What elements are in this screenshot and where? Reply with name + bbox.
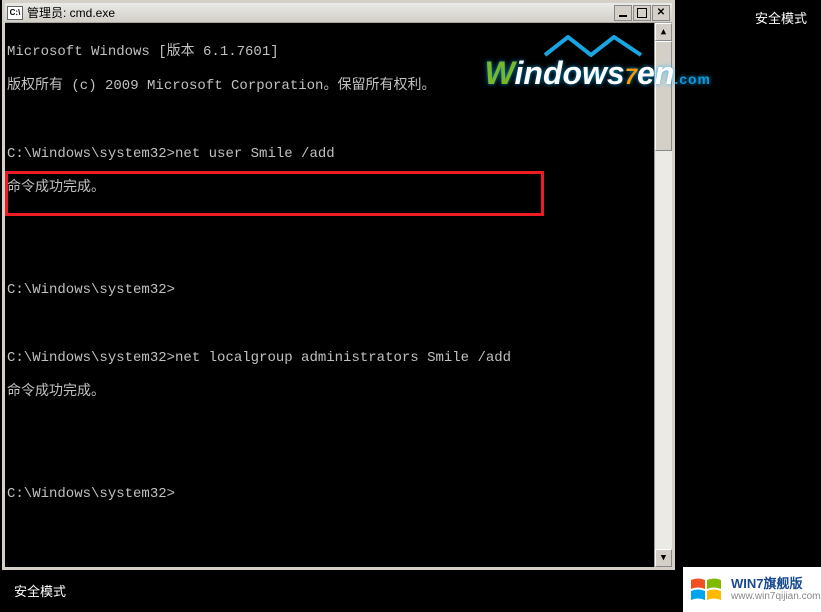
scroll-down-button[interactable]: ▼ bbox=[655, 549, 672, 567]
cmd-icon: C:\ bbox=[7, 6, 23, 20]
terminal-line: Microsoft Windows [版本 6.1.7601] bbox=[7, 44, 652, 61]
terminal: Microsoft Windows [版本 6.1.7601] 版权所有 (c)… bbox=[5, 23, 672, 567]
scrollbar[interactable]: ▲ ▼ bbox=[654, 23, 672, 567]
terminal-line: C:\Windows\system32>net user Smile /add bbox=[7, 146, 652, 163]
terminal-line bbox=[7, 316, 652, 333]
window-controls: ✕ bbox=[614, 5, 670, 21]
terminal-line bbox=[7, 214, 652, 231]
footer-url: www.win7qijian.com bbox=[731, 591, 820, 602]
safe-mode-label-bottom: 安全模式 bbox=[14, 581, 66, 600]
titlebar[interactable]: C:\ 管理员: cmd.exe ✕ bbox=[5, 3, 672, 23]
minimize-button[interactable] bbox=[614, 5, 632, 21]
footer-logo: WIN7旗舰版 www.win7qijian.com bbox=[683, 567, 821, 612]
scroll-thumb[interactable] bbox=[655, 41, 672, 151]
cmd-window: C:\ 管理员: cmd.exe ✕ Microsoft Windows [版本… bbox=[2, 0, 675, 570]
terminal-line: 命令成功完成。 bbox=[7, 384, 652, 401]
window-title: 管理员: cmd.exe bbox=[27, 4, 614, 21]
terminal-line: 版权所有 (c) 2009 Microsoft Corporation。保留所有… bbox=[7, 78, 652, 95]
desktop: 安全模式 C:\ 管理员: cmd.exe ✕ Microsoft Window… bbox=[0, 0, 821, 612]
terminal-content[interactable]: Microsoft Windows [版本 6.1.7601] 版权所有 (c)… bbox=[5, 23, 654, 567]
terminal-line: C:\Windows\system32> bbox=[7, 486, 652, 503]
safe-mode-label-top: 安全模式 bbox=[755, 8, 807, 27]
watermark-com: .com bbox=[674, 71, 711, 87]
footer-text: WIN7旗舰版 www.win7qijian.com bbox=[731, 577, 820, 602]
terminal-line: C:\Windows\system32>net localgroup admin… bbox=[7, 350, 652, 367]
terminal-line bbox=[7, 248, 652, 265]
terminal-line: C:\Windows\system32> bbox=[7, 282, 652, 299]
terminal-line: 命令成功完成。 bbox=[7, 180, 652, 197]
windows-flag-icon bbox=[689, 575, 725, 605]
scroll-track[interactable] bbox=[655, 41, 672, 549]
terminal-line bbox=[7, 452, 652, 469]
terminal-line bbox=[7, 418, 652, 435]
scroll-up-button[interactable]: ▲ bbox=[655, 23, 672, 41]
close-button[interactable]: ✕ bbox=[652, 5, 670, 21]
terminal-line bbox=[7, 112, 652, 129]
footer-title: WIN7旗舰版 bbox=[731, 577, 820, 591]
maximize-button[interactable] bbox=[633, 5, 651, 21]
